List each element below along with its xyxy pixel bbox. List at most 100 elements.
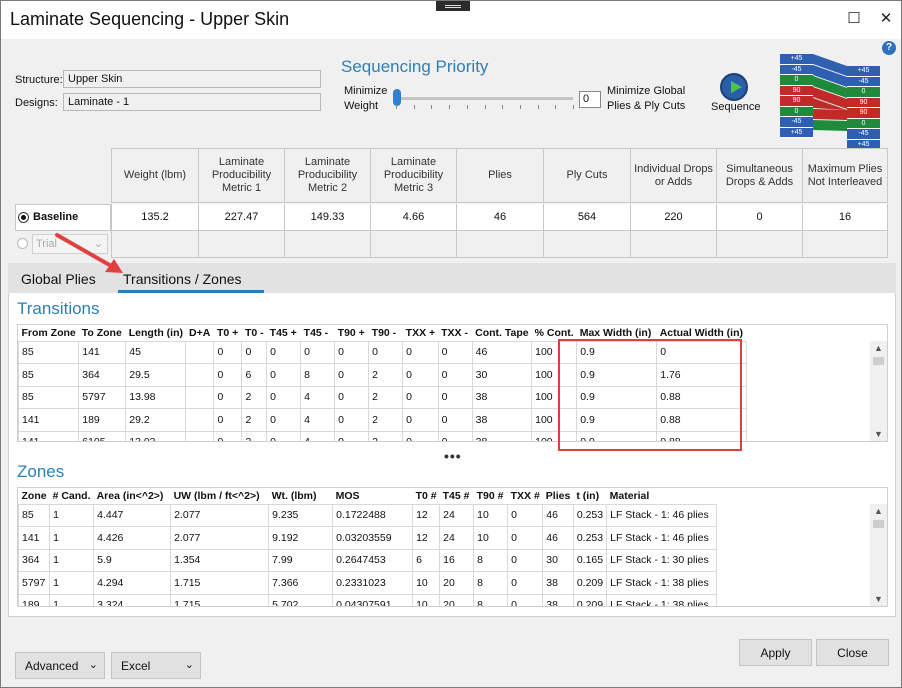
apply-button[interactable]: Apply	[739, 639, 812, 666]
advanced-dropdown[interactable]: Advanced ⌄	[15, 652, 105, 679]
help-icon[interactable]: ?	[882, 41, 896, 55]
table-cell: 0	[334, 363, 370, 387]
table-cell: LF Stack - 1: 30 plies	[606, 548, 718, 572]
table-cell: 29.5	[125, 363, 187, 387]
column-header[interactable]: Cont. Tape	[472, 325, 531, 341]
column-header[interactable]: T0 -	[242, 325, 267, 341]
table-cell: 0	[266, 363, 302, 387]
zones-scrollbar[interactable]: ▲ ▼	[870, 504, 887, 606]
sequence-button-label[interactable]: Sequence	[711, 101, 761, 113]
baseline-row-header[interactable]: Baseline	[15, 204, 111, 231]
column-header[interactable]: # Cand.	[50, 488, 94, 504]
window-title: Laminate Sequencing - Upper Skin	[10, 9, 290, 29]
ply-layer: -45	[847, 76, 880, 87]
table-cell: 16	[439, 548, 475, 572]
table-cell: 0	[300, 340, 336, 364]
column-header[interactable]: T90 +	[335, 325, 369, 341]
maximize-icon[interactable]: ☐	[844, 10, 864, 28]
excel-dropdown[interactable]: Excel ⌄	[111, 652, 201, 679]
column-header[interactable]: Plies	[543, 488, 574, 504]
drag-grip-icon[interactable]	[436, 1, 470, 11]
table-cell: 0	[213, 385, 243, 409]
scroll-down-icon[interactable]: ▼	[874, 429, 883, 439]
table-cell: 24	[439, 503, 475, 527]
table-cell: 141	[18, 408, 80, 432]
table-cell: 38	[471, 408, 533, 432]
table-cell: 189	[78, 408, 127, 432]
column-header[interactable]: Wt. (lbm)	[269, 488, 333, 504]
table-row[interactable]: 189 1 3.324 1.715 5.702 0.04307591 10 20 8 0 38 0.2…	[18, 593, 718, 606]
metric-value: 0	[716, 204, 802, 231]
designs-label: Designs:	[15, 97, 58, 109]
column-header[interactable]: TXX #	[508, 488, 543, 504]
table-cell: 0	[213, 430, 243, 441]
table-cell: 0	[241, 340, 268, 364]
metric-value: 4.66	[370, 204, 456, 231]
trial-radio[interactable]	[17, 238, 28, 249]
table-row[interactable]: 141 1 4.426 2.077 9.192 0.03203559 12 24 10 0 46 0.…	[18, 526, 718, 550]
column-header[interactable]: From Zone	[19, 325, 79, 341]
table-cell	[185, 430, 215, 441]
table-row[interactable]: 85 1 4.447 2.077 9.235 0.1722488 12 24 10 0 46 0.25…	[18, 503, 718, 527]
table-cell: 364	[18, 548, 51, 572]
column-header[interactable]: TXX +	[403, 325, 438, 341]
column-header[interactable]: MOS	[333, 488, 413, 504]
tab-transitions-zones[interactable]: Transitions / Zones	[123, 271, 242, 287]
table-cell: 0	[507, 571, 544, 595]
table-row[interactable]: 364 1 5.9 1.354 7.99 0.2647453 6 16 8 0 30 0.165 LF …	[18, 548, 718, 572]
table-cell: 10	[412, 593, 441, 606]
slider-tick	[519, 105, 521, 109]
table-cell: 4	[300, 385, 336, 409]
priority-slider-thumb[interactable]	[393, 89, 401, 106]
close-icon[interactable]: ✕	[876, 10, 896, 28]
table-cell: 189	[18, 593, 51, 606]
metric-value: 46	[456, 204, 543, 231]
transitions-scrollbar[interactable]: ▲ ▼	[870, 341, 887, 441]
table-cell: 46	[471, 340, 533, 364]
scroll-down-icon[interactable]: ▼	[874, 594, 883, 604]
scroll-up-icon[interactable]: ▲	[874, 506, 883, 516]
table-cell: 0	[213, 363, 243, 387]
column-header[interactable]: T0 #	[413, 488, 440, 504]
table-row[interactable]: 5797 1 4.294 1.715 7.366 0.2331023 10 20 8 0 38 0.2…	[18, 571, 718, 595]
column-header[interactable]: T45 #	[440, 488, 474, 504]
slider-tick	[537, 105, 539, 109]
column-header[interactable]: D+A	[186, 325, 214, 341]
column-header[interactable]: Length (in)	[126, 325, 186, 341]
scroll-thumb[interactable]	[873, 357, 884, 365]
column-header[interactable]: UW (lbm / ft<^2>)	[171, 488, 269, 504]
table-cell: 1	[49, 503, 95, 527]
column-header[interactable]: T90 -	[369, 325, 403, 341]
table-cell: 13.93	[125, 430, 187, 441]
splitter-dots[interactable]: •••	[444, 448, 462, 464]
column-header[interactable]: T90 #	[474, 488, 508, 504]
sequence-play-icon[interactable]	[720, 73, 748, 101]
column-header[interactable]: Material	[607, 488, 717, 504]
scroll-up-icon[interactable]: ▲	[874, 343, 883, 353]
table-cell: 7.366	[268, 571, 334, 595]
close-button[interactable]: Close	[816, 639, 889, 666]
ply-layer: 0	[780, 75, 813, 86]
column-header[interactable]: T45 -	[301, 325, 335, 341]
baseline-radio[interactable]	[18, 212, 29, 223]
column-header[interactable]: T0 +	[214, 325, 242, 341]
ply-layer: +45	[847, 66, 880, 77]
priority-value-input[interactable]: 0	[579, 91, 601, 108]
column-header[interactable]: To Zone	[79, 325, 126, 341]
scroll-thumb[interactable]	[873, 520, 884, 528]
slider-tick	[502, 105, 504, 109]
column-header[interactable]: T45 +	[267, 325, 301, 341]
column-header[interactable]: Zone	[19, 488, 50, 504]
column-header[interactable]: Area (in<^2>)	[94, 488, 171, 504]
zones-table: Zone # Cand. Area (in<^2>) UW (lbm / ft<^2>…	[17, 487, 888, 607]
column-header[interactable]: t (in)	[573, 488, 606, 504]
table-cell: 38	[542, 593, 574, 606]
table-cell: 24	[439, 526, 475, 550]
min-plies-label-2: Plies & Ply Cuts	[607, 100, 686, 112]
table-cell: 1	[49, 593, 95, 606]
column-header[interactable]: TXX -	[438, 325, 472, 341]
table-cell: 20	[439, 593, 475, 606]
metric-header: Plies	[456, 148, 543, 203]
table-cell: 5797	[18, 571, 51, 595]
priority-slider-track[interactable]	[395, 97, 573, 100]
